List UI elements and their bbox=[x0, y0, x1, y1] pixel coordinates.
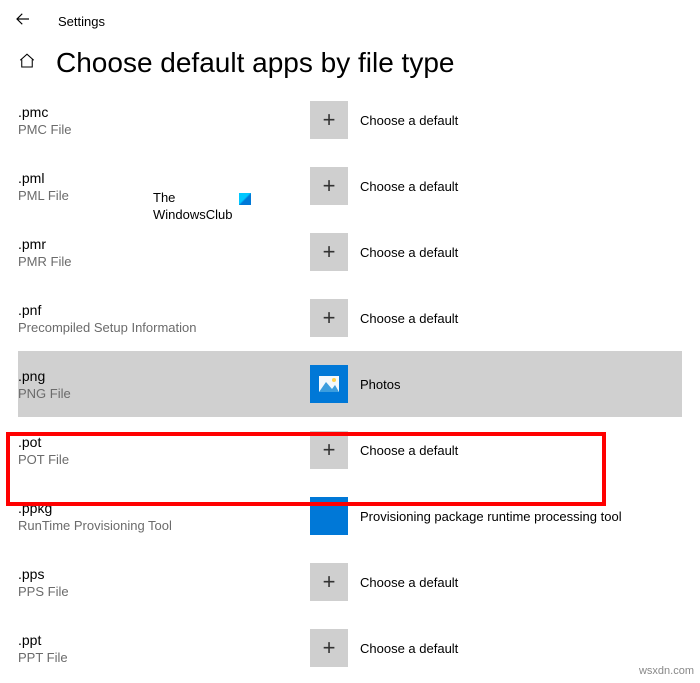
plus-icon: + bbox=[310, 167, 348, 205]
watermark-icon bbox=[239, 193, 251, 205]
filetype-info: .ppt PPT File bbox=[18, 632, 310, 665]
file-description: PPS File bbox=[18, 584, 310, 599]
plus-icon: + bbox=[310, 299, 348, 337]
filetype-info: .pot POT File bbox=[18, 434, 310, 467]
default-app-button[interactable]: Provisioning package runtime processing … bbox=[310, 497, 622, 535]
page-title: Choose default apps by file type bbox=[56, 47, 454, 79]
filetype-row: .ppt PPT File+ Choose a default bbox=[18, 615, 682, 681]
filetype-row: .pot POT File+ Choose a default bbox=[18, 417, 682, 483]
file-extension: .pmc bbox=[18, 104, 310, 120]
filetype-row: .pmc PMC File+ Choose a default bbox=[18, 87, 682, 153]
default-app-label: Choose a default bbox=[360, 575, 458, 590]
plus-icon: + bbox=[310, 431, 348, 469]
plus-icon: + bbox=[310, 563, 348, 601]
file-extension: .pml bbox=[18, 170, 310, 186]
filetype-row: .pmr PMR File+ Choose a default bbox=[18, 219, 682, 285]
filetype-info: .pmc PMC File bbox=[18, 104, 310, 137]
default-app-label: Choose a default bbox=[360, 443, 458, 458]
filetype-row: .ppkg RunTime Provisioning Tool Provisioni… bbox=[18, 483, 682, 549]
file-extension: .ppkg bbox=[18, 500, 310, 516]
corner-watermark: wsxdn.com bbox=[639, 665, 694, 677]
file-extension: .pps bbox=[18, 566, 310, 582]
default-app-button[interactable]: + Choose a default bbox=[310, 563, 610, 601]
default-app-button[interactable]: + Choose a default bbox=[310, 167, 610, 205]
default-app-label: Choose a default bbox=[360, 113, 458, 128]
plus-icon: + bbox=[310, 233, 348, 271]
default-app-label: Photos bbox=[360, 377, 400, 392]
watermark: The ________ WindowsClub bbox=[153, 190, 251, 224]
file-extension: .pnf bbox=[18, 302, 310, 318]
file-description: RunTime Provisioning Tool bbox=[18, 518, 310, 533]
settings-label: Settings bbox=[58, 14, 105, 29]
default-app-button[interactable]: + Choose a default bbox=[310, 431, 610, 469]
default-app-button[interactable]: + Choose a default bbox=[310, 629, 610, 667]
filetype-info: .pmr PMR File bbox=[18, 236, 310, 269]
file-description: PMC File bbox=[18, 122, 310, 137]
filetype-info: .png PNG File bbox=[18, 368, 310, 401]
photos-app-icon bbox=[310, 365, 348, 403]
home-icon[interactable] bbox=[18, 52, 36, 75]
plus-icon: + bbox=[310, 101, 348, 139]
file-extension: .ppt bbox=[18, 632, 310, 648]
filetype-row: .pmlPML File+Choose a default bbox=[18, 153, 682, 219]
filetype-info: .ppkg RunTime Provisioning Tool bbox=[18, 500, 310, 533]
default-app-label: Choose a default bbox=[360, 311, 458, 326]
filetype-row: .png PNG File Photos bbox=[18, 351, 682, 417]
default-app-button[interactable]: + Choose a default bbox=[310, 101, 610, 139]
filetype-info: .pps PPS File bbox=[18, 566, 310, 599]
default-app-label: Provisioning package runtime processing … bbox=[360, 509, 622, 524]
filetype-info: .pnf Precompiled Setup Information bbox=[18, 302, 310, 335]
file-description: PPT File bbox=[18, 650, 310, 665]
filetype-row: .pps PPS File+ Choose a default bbox=[18, 549, 682, 615]
default-app-button[interactable]: Photos bbox=[310, 365, 682, 403]
file-extension: .pot bbox=[18, 434, 310, 450]
file-description: POT File bbox=[18, 452, 310, 467]
default-app-label: Choose a default bbox=[360, 641, 458, 656]
file-description: PMR File bbox=[18, 254, 310, 269]
file-extension: .png bbox=[18, 368, 310, 384]
filetype-row: .pnf Precompiled Setup Information+ Choose… bbox=[18, 285, 682, 351]
default-app-button[interactable]: + Choose a default bbox=[310, 233, 610, 271]
file-extension: .pmr bbox=[18, 236, 310, 252]
default-app-button[interactable]: + Choose a default bbox=[310, 299, 610, 337]
file-description: Precompiled Setup Information bbox=[18, 320, 310, 335]
plus-icon: + bbox=[310, 629, 348, 667]
app-tile-icon bbox=[310, 497, 348, 535]
default-app-label: Choose a default bbox=[360, 179, 458, 194]
file-description: PNG File bbox=[18, 386, 310, 401]
default-app-label: Choose a default bbox=[360, 245, 458, 260]
back-icon[interactable] bbox=[14, 10, 32, 33]
